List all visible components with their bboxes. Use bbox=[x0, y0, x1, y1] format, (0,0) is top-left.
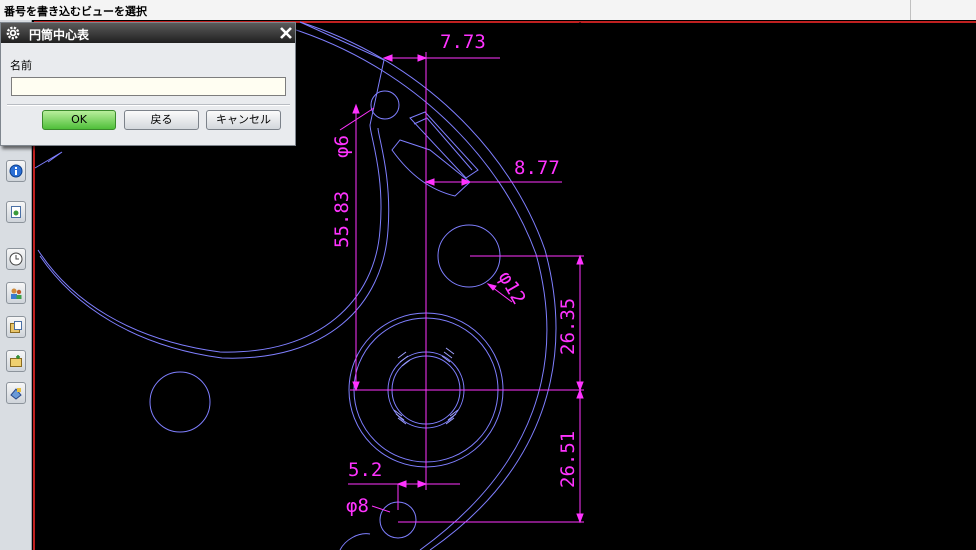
dim-height: 55.83 bbox=[331, 191, 353, 248]
shapes-icon bbox=[10, 388, 22, 400]
document-tool[interactable] bbox=[6, 201, 26, 223]
dim-width-mid: 8.77 bbox=[514, 157, 560, 179]
users-tool[interactable] bbox=[6, 282, 26, 304]
info-icon bbox=[9, 164, 23, 178]
document-icon bbox=[11, 206, 21, 218]
info-tool[interactable] bbox=[6, 160, 26, 182]
new-folder-tool[interactable] bbox=[6, 350, 26, 372]
cylinder-center-dialog: 円筒中心表 名前 OK 戻る キャンセル bbox=[0, 22, 296, 146]
name-label: 名前 bbox=[10, 59, 32, 72]
new-folder-icon bbox=[10, 355, 22, 367]
dim-diameter-8: φ8 bbox=[346, 495, 369, 517]
ok-button[interactable]: OK bbox=[42, 110, 116, 130]
paste-icon bbox=[10, 321, 22, 333]
dim-offset: 5.2 bbox=[348, 459, 382, 481]
clock-icon bbox=[9, 252, 23, 266]
dim-diameter-6: φ6 bbox=[331, 135, 353, 158]
back-button[interactable]: 戻る bbox=[124, 110, 199, 130]
dim-height-lower: 26.51 bbox=[557, 431, 579, 488]
status-bar-right-panel bbox=[910, 0, 976, 20]
cancel-button[interactable]: キャンセル bbox=[206, 110, 281, 130]
gear-icon[interactable] bbox=[5, 25, 21, 41]
dialog-title: 円筒中心表 bbox=[29, 28, 90, 42]
users-icon bbox=[11, 288, 22, 299]
name-input[interactable] bbox=[11, 77, 286, 96]
status-prompt: 番号を書き込むビューを選択 bbox=[4, 5, 147, 18]
dialog-separator bbox=[7, 104, 290, 106]
dim-width-top: 7.73 bbox=[440, 31, 486, 53]
clock-tool[interactable] bbox=[6, 248, 26, 270]
status-bar: 番号を書き込むビューを選択 bbox=[0, 0, 976, 21]
shapes-tool[interactable] bbox=[6, 382, 26, 404]
paste-tool[interactable] bbox=[6, 316, 26, 338]
close-icon[interactable] bbox=[277, 24, 295, 42]
dim-height-upper: 26.35 bbox=[557, 298, 579, 355]
dialog-title-bar[interactable]: 円筒中心表 bbox=[1, 23, 295, 43]
